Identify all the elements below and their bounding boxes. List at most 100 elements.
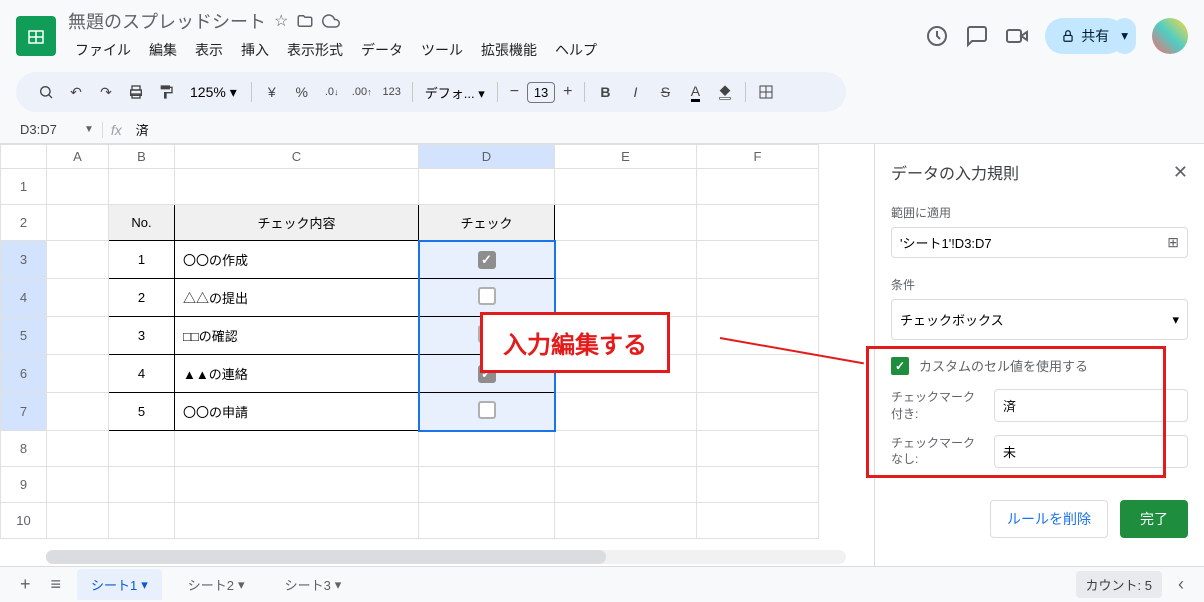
checkbox-cell[interactable] bbox=[419, 241, 555, 279]
cell[interactable] bbox=[109, 431, 175, 467]
select-range-icon[interactable]: ⊞ bbox=[1167, 234, 1179, 251]
cell[interactable] bbox=[47, 393, 109, 431]
checkbox-checked-icon[interactable]: ✓ bbox=[891, 357, 909, 375]
sheet-tab-1[interactable]: シート1 ▾ bbox=[77, 569, 162, 600]
cell[interactable] bbox=[555, 279, 697, 317]
menu-file[interactable]: ファイル bbox=[68, 36, 138, 64]
row-header-3[interactable]: 3 bbox=[1, 241, 47, 279]
table-header-content[interactable]: チェック内容 bbox=[175, 205, 419, 241]
strikethrough-button[interactable]: S bbox=[651, 78, 679, 106]
table-header-check[interactable]: チェック bbox=[419, 205, 555, 241]
table-cell-content[interactable]: 〇〇の作成 bbox=[175, 241, 419, 279]
percent-button[interactable]: % bbox=[288, 78, 316, 106]
sheet-tab-3[interactable]: シート3 ▾ bbox=[271, 569, 356, 600]
add-sheet-button[interactable]: + bbox=[16, 570, 35, 599]
table-cell-no[interactable]: 3 bbox=[109, 317, 175, 355]
currency-button[interactable]: ¥ bbox=[258, 78, 286, 106]
more-formats-button[interactable]: 123 bbox=[378, 78, 406, 106]
menu-data[interactable]: データ bbox=[354, 36, 410, 64]
cell[interactable] bbox=[47, 279, 109, 317]
document-title[interactable]: 無題のスプレッドシート bbox=[68, 8, 266, 34]
cell[interactable] bbox=[175, 431, 419, 467]
star-icon[interactable]: ☆ bbox=[274, 11, 288, 31]
meet-icon[interactable] bbox=[1005, 24, 1029, 48]
checkbox-icon[interactable] bbox=[478, 401, 496, 419]
table-header-no[interactable]: No. bbox=[109, 205, 175, 241]
cell[interactable] bbox=[555, 169, 697, 205]
checkbox-icon[interactable] bbox=[478, 251, 496, 269]
row-header-5[interactable]: 5 bbox=[1, 317, 47, 355]
fill-color-button[interactable] bbox=[711, 78, 739, 106]
cell[interactable] bbox=[47, 169, 109, 205]
text-color-button[interactable]: A bbox=[681, 78, 709, 106]
cell[interactable] bbox=[175, 503, 419, 539]
cell[interactable] bbox=[697, 317, 819, 355]
row-header-7[interactable]: 7 bbox=[1, 393, 47, 431]
font-size-decrease[interactable]: − bbox=[504, 81, 525, 103]
undo-icon[interactable]: ↶ bbox=[62, 78, 90, 106]
column-header-b[interactable]: B bbox=[109, 145, 175, 169]
cell[interactable] bbox=[47, 317, 109, 355]
cell[interactable] bbox=[419, 431, 555, 467]
selection-count[interactable]: カウント: 5 bbox=[1076, 571, 1162, 598]
table-cell-no[interactable]: 4 bbox=[109, 355, 175, 393]
cell[interactable] bbox=[697, 503, 819, 539]
explore-button[interactable]: ‹ bbox=[1174, 570, 1188, 599]
checkbox-cell[interactable] bbox=[419, 393, 555, 431]
unchecked-value-input[interactable] bbox=[994, 435, 1188, 468]
decrease-decimal-button[interactable]: .0↓ bbox=[318, 78, 346, 106]
search-icon[interactable] bbox=[32, 78, 60, 106]
table-cell-no[interactable]: 1 bbox=[109, 241, 175, 279]
cell[interactable] bbox=[47, 467, 109, 503]
cell[interactable] bbox=[47, 355, 109, 393]
done-button[interactable]: 完了 bbox=[1120, 500, 1188, 538]
column-header-a[interactable]: A bbox=[47, 145, 109, 169]
cell[interactable] bbox=[555, 503, 697, 539]
custom-values-checkbox-row[interactable]: ✓ カスタムのセル値を使用する bbox=[891, 356, 1188, 375]
checkbox-cell[interactable] bbox=[419, 279, 555, 317]
close-icon[interactable]: ✕ bbox=[1173, 162, 1188, 183]
font-family-select[interactable]: デフォ... ▾ bbox=[419, 79, 491, 106]
cell[interactable] bbox=[419, 467, 555, 503]
menu-edit[interactable]: 編集 bbox=[142, 36, 184, 64]
print-icon[interactable] bbox=[122, 78, 150, 106]
column-header-d[interactable]: D bbox=[419, 145, 555, 169]
increase-decimal-button[interactable]: .00↑ bbox=[348, 78, 376, 106]
cell[interactable] bbox=[697, 467, 819, 503]
spreadsheet-grid[interactable]: A B C D E F 1 2 No. チェック内容 チェック 3 bbox=[0, 144, 874, 576]
italic-button[interactable]: I bbox=[621, 78, 649, 106]
menu-view[interactable]: 表示 bbox=[188, 36, 230, 64]
cell[interactable] bbox=[47, 503, 109, 539]
cell[interactable] bbox=[697, 169, 819, 205]
cell[interactable] bbox=[697, 355, 819, 393]
cell[interactable] bbox=[555, 393, 697, 431]
cell[interactable] bbox=[47, 431, 109, 467]
move-folder-icon[interactable] bbox=[296, 12, 314, 30]
table-cell-no[interactable]: 5 bbox=[109, 393, 175, 431]
zoom-select[interactable]: 125% ▾ bbox=[182, 80, 245, 105]
sheet-tab-2[interactable]: シート2 ▾ bbox=[174, 569, 259, 600]
cell[interactable] bbox=[47, 241, 109, 279]
horizontal-scrollbar[interactable] bbox=[46, 550, 846, 564]
share-dropdown[interactable]: ▾ bbox=[1113, 18, 1136, 54]
paint-format-icon[interactable] bbox=[152, 78, 180, 106]
history-icon[interactable] bbox=[925, 24, 949, 48]
condition-select[interactable]: チェックボックス ▾ bbox=[891, 299, 1188, 340]
column-header-e[interactable]: E bbox=[555, 145, 697, 169]
row-header-9[interactable]: 9 bbox=[1, 467, 47, 503]
menu-tools[interactable]: ツール bbox=[414, 36, 470, 64]
account-avatar[interactable] bbox=[1152, 18, 1188, 54]
table-cell-content[interactable]: □□の確認 bbox=[175, 317, 419, 355]
formula-bar[interactable] bbox=[130, 120, 1188, 139]
row-header-2[interactable]: 2 bbox=[1, 205, 47, 241]
row-header-6[interactable]: 6 bbox=[1, 355, 47, 393]
cell[interactable] bbox=[697, 241, 819, 279]
font-size-increase[interactable]: + bbox=[557, 81, 578, 103]
cell[interactable] bbox=[697, 393, 819, 431]
cell[interactable] bbox=[419, 503, 555, 539]
table-cell-content[interactable]: 〇〇の申請 bbox=[175, 393, 419, 431]
select-all-corner[interactable] bbox=[1, 145, 47, 169]
chevron-down-icon[interactable]: ▾ bbox=[141, 577, 148, 593]
table-cell-content[interactable]: △△の提出 bbox=[175, 279, 419, 317]
menu-help[interactable]: ヘルプ bbox=[548, 36, 604, 64]
